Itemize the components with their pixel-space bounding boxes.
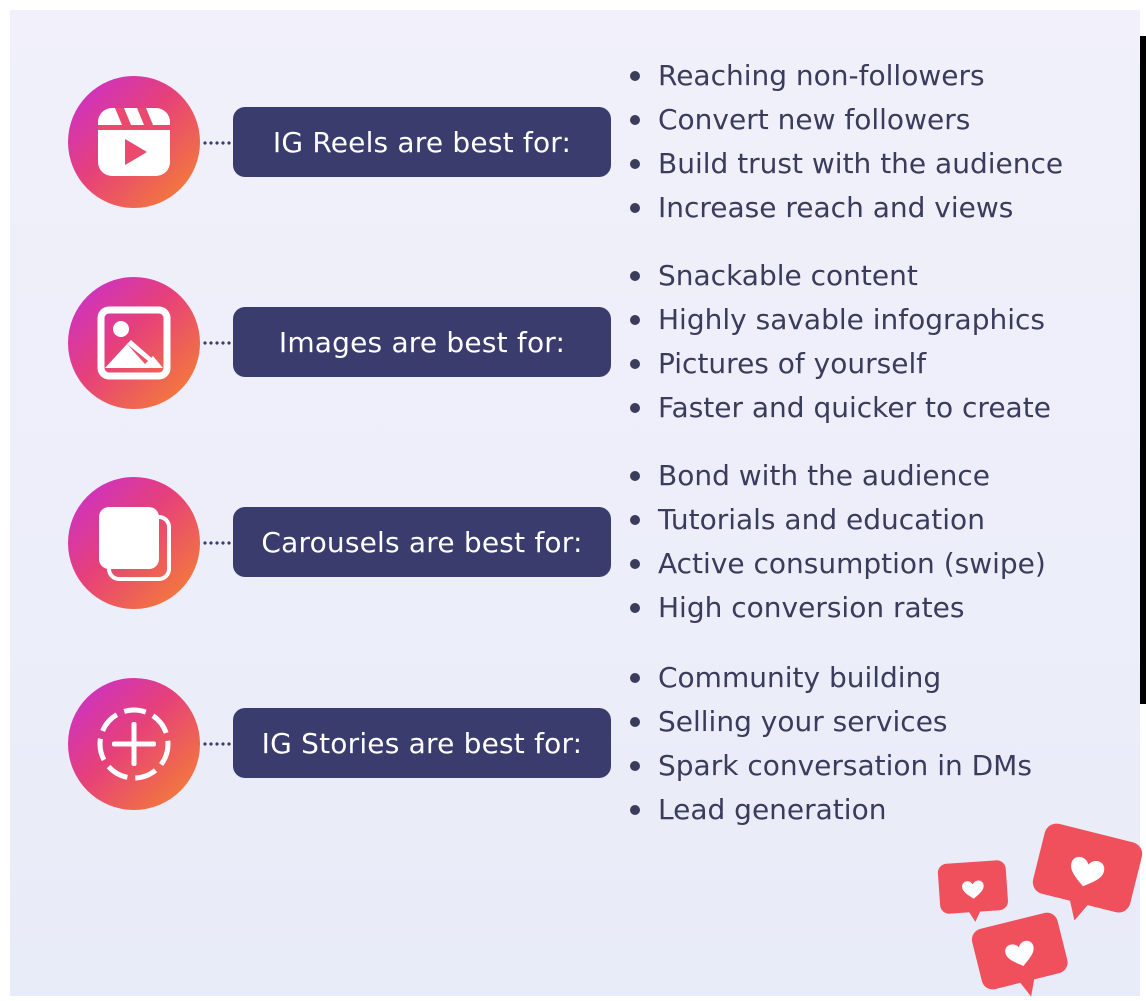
section-stories: IG Stories are best for: Community build… <box>0 0 1146 826</box>
section-label: IG Stories are best for: <box>233 708 611 778</box>
connector-dots <box>202 541 232 545</box>
bullet-list: Bond with the audience Tutorials and edu… <box>628 454 1046 630</box>
list-item: Selling your services <box>628 700 1032 744</box>
list-item: Tutorials and education <box>628 498 1046 542</box>
connector-dots <box>202 341 232 345</box>
list-item: Active consumption (swipe) <box>628 542 1046 586</box>
bullet-list: Snackable content Highly savable infogra… <box>628 254 1051 430</box>
list-item: Community building <box>628 656 1032 700</box>
connector-dots <box>202 742 232 746</box>
heart-notification-icon <box>937 823 1143 997</box>
list-item: Pictures of yourself <box>628 342 1051 386</box>
list-item: Spark conversation in DMs <box>628 744 1032 788</box>
list-item: Snackable content <box>628 254 1051 298</box>
list-item: Highly savable infographics <box>628 298 1051 342</box>
stories-add-icon <box>68 678 200 810</box>
image-icon <box>68 277 200 409</box>
carousel-icon <box>68 477 200 609</box>
list-item: High conversion rates <box>628 586 1046 630</box>
list-item: Bond with the audience <box>628 454 1046 498</box>
section-label: Carousels are best for: <box>233 507 611 577</box>
section-label: Images are best for: <box>233 307 611 377</box>
bullet-list: Community building Selling your services… <box>628 656 1032 832</box>
list-item: Faster and quicker to create <box>628 386 1051 430</box>
